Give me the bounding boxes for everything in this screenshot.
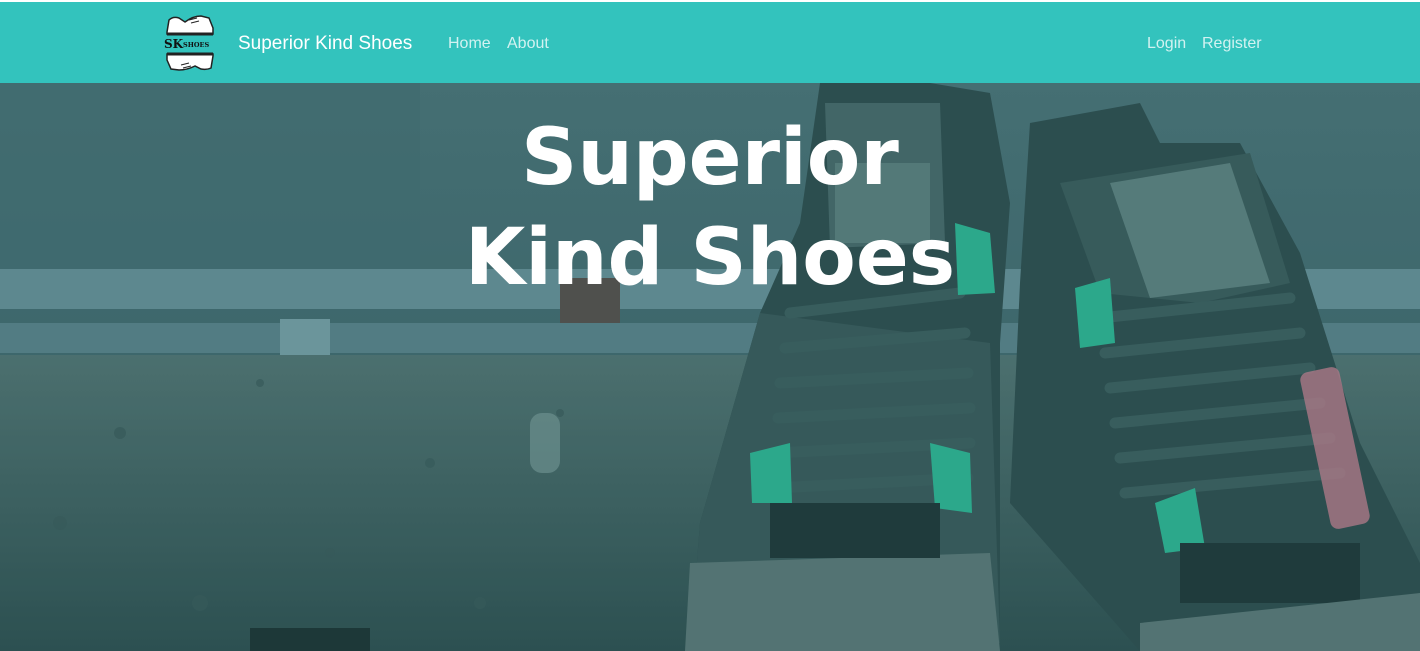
nav-link-register[interactable]: Register [1202, 35, 1262, 53]
svg-text:SK: SK [164, 37, 184, 51]
sneaker-logo-icon: SK SHOES [164, 15, 214, 71]
nav-link-home[interactable]: Home [448, 35, 491, 53]
svg-text:SHOES: SHOES [183, 41, 209, 49]
navbar: SK SHOES Superior Kind Shoes Home About … [0, 2, 1420, 83]
hero-banner: Superior Kind Shoes [0, 83, 1420, 651]
nav-link-about[interactable]: About [507, 35, 549, 53]
nav-link-login[interactable]: Login [1147, 35, 1186, 53]
hero-title: Superior Kind Shoes [464, 113, 956, 303]
brand-logo[interactable]: SK SHOES [163, 12, 217, 72]
brand-name[interactable]: Superior Kind Shoes [238, 33, 412, 55]
